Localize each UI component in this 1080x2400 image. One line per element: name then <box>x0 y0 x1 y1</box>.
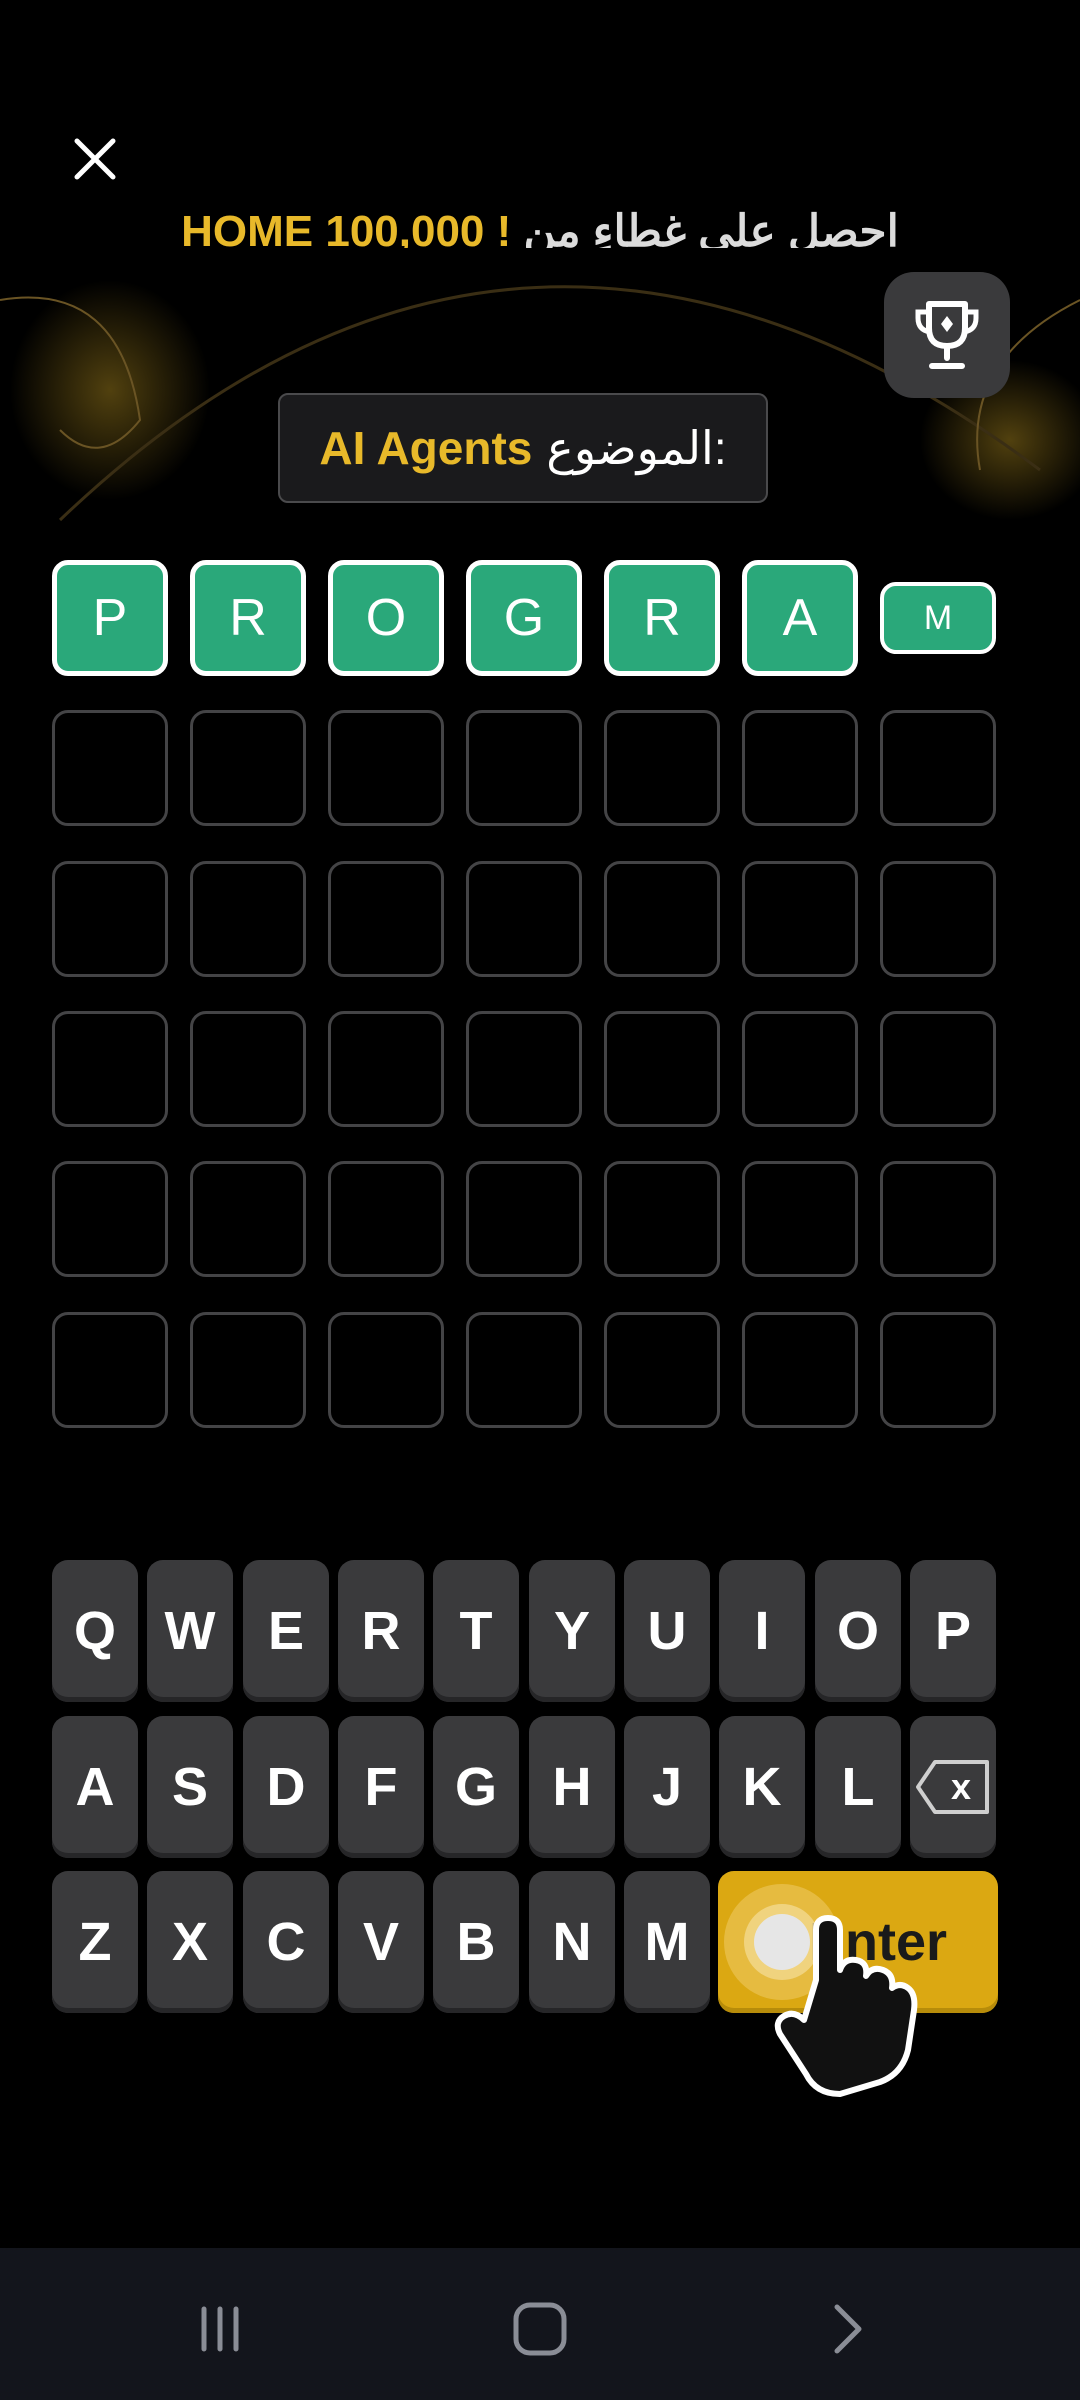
grid-cell <box>328 1011 444 1127</box>
grid-cell <box>328 1161 444 1277</box>
reward-banner: HOME 100,000 ! احصل على غطاءٍ من <box>0 200 1080 248</box>
grid-cell <box>328 710 444 826</box>
grid-cell <box>742 861 858 977</box>
key-a[interactable]: A <box>52 1716 138 1858</box>
system-navigation-bar <box>0 2248 1080 2400</box>
key-h[interactable]: H <box>529 1716 615 1858</box>
grid-cell <box>52 1312 168 1428</box>
grid-cell <box>52 1011 168 1127</box>
recents-button[interactable] <box>175 2284 265 2374</box>
key-f[interactable]: F <box>338 1716 424 1858</box>
key-j[interactable]: J <box>624 1716 710 1858</box>
grid-cell <box>880 861 996 977</box>
grid-cell <box>604 1011 720 1127</box>
key-m[interactable]: M <box>624 1871 710 2013</box>
grid-cell <box>466 710 582 826</box>
key-i[interactable]: I <box>719 1560 805 1702</box>
trophy-icon <box>915 301 979 369</box>
grid-cell <box>742 710 858 826</box>
reward-amount: HOME 100,000 ! <box>181 207 512 248</box>
grid-cell <box>466 1161 582 1277</box>
grid-cell: P <box>52 560 168 676</box>
close-icon <box>74 138 116 180</box>
grid-cell <box>328 861 444 977</box>
key-b[interactable]: B <box>433 1871 519 2013</box>
backspace-label: x <box>951 1766 971 1807</box>
key-v[interactable]: V <box>338 1871 424 2013</box>
back-button[interactable] <box>800 2284 890 2374</box>
grid-cell <box>190 1011 306 1127</box>
key-x[interactable]: X <box>147 1871 233 2013</box>
grid-cell <box>190 1312 306 1428</box>
key-u[interactable]: U <box>624 1560 710 1702</box>
grid-cell <box>190 1161 306 1277</box>
grid-cell <box>604 1161 720 1277</box>
grid-cell: R <box>190 560 306 676</box>
grid-cell <box>880 1161 996 1277</box>
key-n[interactable]: N <box>529 1871 615 2013</box>
key-y[interactable]: Y <box>529 1560 615 1702</box>
grid-cell: M <box>880 582 996 654</box>
topic-caption: الموضوع: <box>546 422 727 474</box>
grid-cell: A <box>742 560 858 676</box>
key-g[interactable]: G <box>433 1716 519 1858</box>
enter-key[interactable]: Enter <box>718 1871 998 2013</box>
grid-cell: G <box>466 560 582 676</box>
home-button[interactable] <box>495 2284 585 2374</box>
grid-cell <box>466 1312 582 1428</box>
key-d[interactable]: D <box>243 1716 329 1858</box>
grid-cell <box>880 1011 996 1127</box>
key-c[interactable]: C <box>243 1871 329 2013</box>
key-z[interactable]: Z <box>52 1871 138 2013</box>
grid-cell <box>466 861 582 977</box>
leaderboard-button[interactable] <box>884 272 1010 398</box>
grid-cell <box>328 1312 444 1428</box>
grid-cell <box>52 710 168 826</box>
key-k[interactable]: K <box>719 1716 805 1858</box>
reward-text: احصل على غطاءٍ من <box>523 207 899 248</box>
grid-cell <box>880 1312 996 1428</box>
backspace-key[interactable]: x <box>910 1716 996 1858</box>
key-r[interactable]: R <box>338 1560 424 1702</box>
key-t[interactable]: T <box>433 1560 519 1702</box>
grid-cell: R <box>604 560 720 676</box>
grid-cell <box>52 861 168 977</box>
key-s[interactable]: S <box>147 1716 233 1858</box>
backspace-icon: x <box>916 1760 989 1814</box>
grid-cell <box>190 710 306 826</box>
grid-cell: O <box>328 560 444 676</box>
grid-cell <box>604 1312 720 1428</box>
grid-cell <box>52 1161 168 1277</box>
close-button[interactable] <box>62 126 128 192</box>
grid-cell <box>604 710 720 826</box>
grid-cell <box>742 1011 858 1127</box>
topic-value: AI Agents <box>319 422 533 474</box>
home-icon <box>513 2302 567 2356</box>
topic-label: AI Agents الموضوع: <box>278 393 768 503</box>
key-w[interactable]: W <box>147 1560 233 1702</box>
key-e[interactable]: E <box>243 1560 329 1702</box>
back-icon <box>834 2304 862 2354</box>
key-q[interactable]: Q <box>52 1560 138 1702</box>
recents-icon <box>201 2306 239 2352</box>
grid-cell <box>742 1312 858 1428</box>
grid-cell <box>190 861 306 977</box>
grid-cell <box>742 1161 858 1277</box>
key-o[interactable]: O <box>815 1560 901 1702</box>
grid-cell <box>466 1011 582 1127</box>
grid-cell <box>604 861 720 977</box>
grid-cell <box>880 710 996 826</box>
enter-label: Enter <box>808 1912 948 1972</box>
key-p[interactable]: P <box>910 1560 996 1702</box>
key-l[interactable]: L <box>815 1716 901 1858</box>
